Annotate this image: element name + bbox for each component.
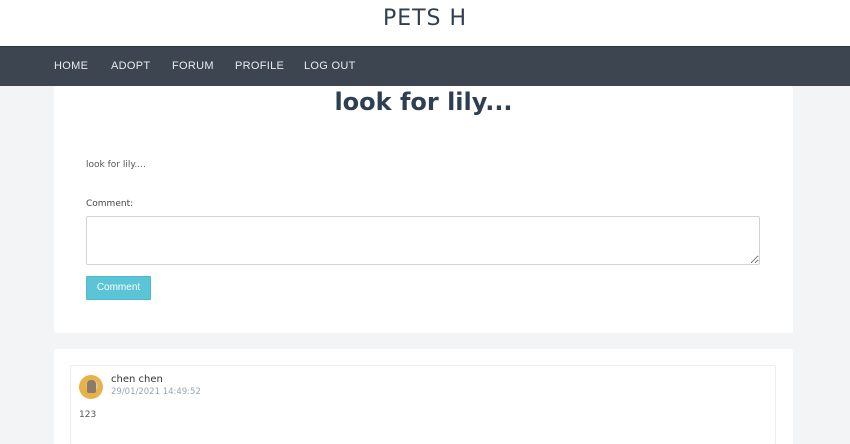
post-title: look for lily... — [334, 88, 513, 116]
comment-text: 123 — [79, 410, 97, 420]
nav-forum[interactable]: FORUM — [172, 60, 214, 72]
post-body: look for lily.... — [86, 160, 146, 170]
site-title[interactable]: PETS H — [383, 6, 467, 31]
comment-author: chen chen — [111, 374, 163, 385]
comment-label: Comment: — [86, 199, 134, 209]
comment-item: chen chen 29/01/2021 14:49:52 123 — [70, 365, 776, 444]
avatar-icon — [79, 375, 103, 399]
comment-input[interactable] — [86, 216, 760, 265]
nav-home[interactable]: HOME — [54, 60, 88, 72]
post-card: look for lily... look for lily.... Comme… — [54, 86, 793, 333]
main-nav: HOME ADOPT FORUM PROFILE LOG OUT — [0, 46, 850, 86]
nav-profile[interactable]: PROFILE — [235, 60, 284, 72]
comment-date: 29/01/2021 14:49:52 — [111, 387, 201, 397]
cat-icon — [87, 380, 96, 393]
site-header: PETS H — [0, 0, 850, 46]
nav-log-out[interactable]: LOG OUT — [304, 60, 356, 72]
comment-submit-button[interactable]: Comment — [86, 276, 151, 300]
comments-card: chen chen 29/01/2021 14:49:52 123 — [54, 349, 793, 444]
nav-adopt[interactable]: ADOPT — [111, 60, 150, 72]
